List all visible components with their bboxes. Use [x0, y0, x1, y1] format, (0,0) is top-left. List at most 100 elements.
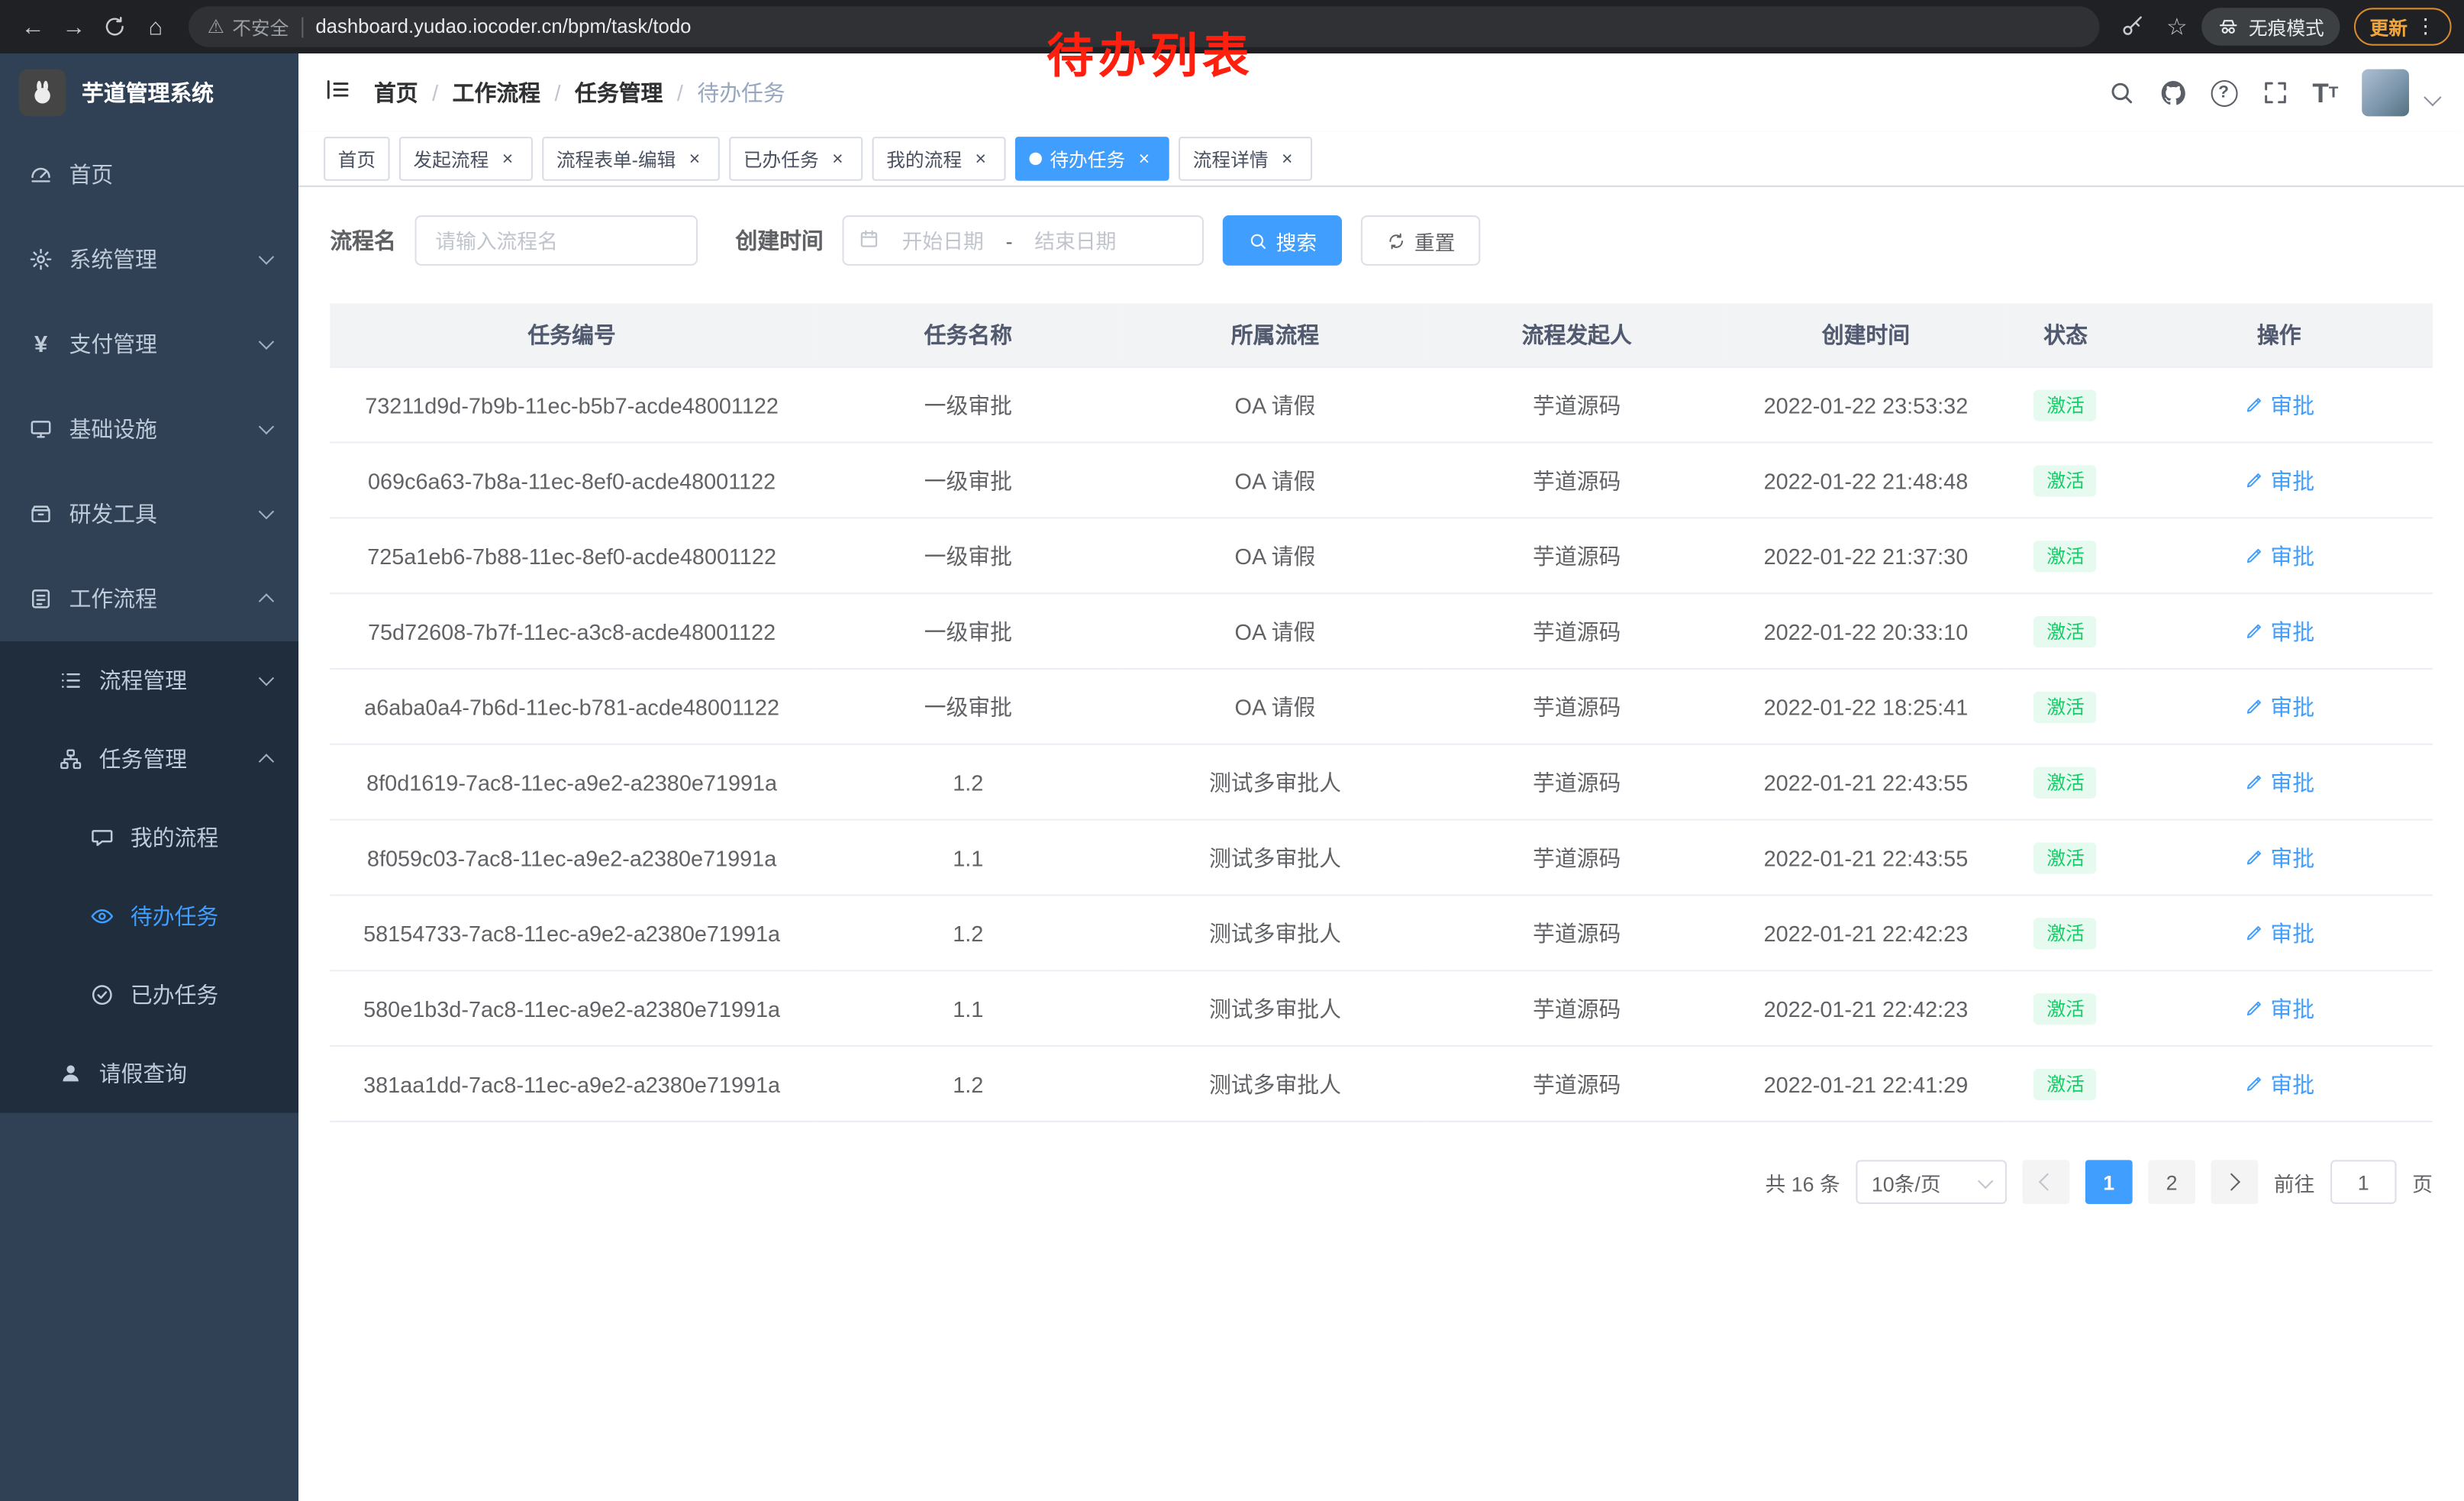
next-page-button[interactable] [2211, 1160, 2259, 1204]
home-icon[interactable]: ⌂ [135, 6, 176, 47]
monitor-icon [27, 417, 55, 442]
tab-start-process[interactable]: 发起流程 × [399, 137, 533, 181]
avatar[interactable] [2362, 69, 2409, 117]
sidebar-item-label: 已办任务 [131, 980, 272, 1011]
sidebar-item-devtools[interactable]: 研发工具 [0, 472, 298, 557]
date-range-picker[interactable]: - [842, 215, 1204, 266]
tab-close-icon[interactable]: × [684, 148, 706, 170]
breadcrumb-item[interactable]: 任务管理 [575, 77, 663, 108]
tab-close-icon[interactable]: × [1276, 148, 1298, 170]
end-date-input[interactable] [1019, 227, 1132, 253]
reload-icon[interactable] [95, 6, 136, 47]
approve-link[interactable]: 审批 [2243, 464, 2314, 495]
bookmark-star-icon[interactable]: ☆ [2166, 12, 2188, 40]
tab-done-tasks[interactable]: 已办任务 × [729, 137, 863, 181]
tab-label: 流程表单-编辑 [556, 145, 676, 172]
sidebar-item-task-mgmt[interactable]: 任务管理 [0, 720, 298, 799]
sidebar-item-label: 请假查询 [99, 1058, 272, 1089]
status-badge: 激活 [2034, 540, 2097, 571]
approve-link[interactable]: 审批 [2243, 1068, 2314, 1099]
tab-close-icon[interactable]: × [969, 148, 992, 170]
tab-close-icon[interactable]: × [827, 148, 849, 170]
search-button[interactable]: 搜索 [1223, 215, 1342, 266]
breadcrumb-item[interactable]: 工作流程 [453, 77, 540, 108]
sidebar-item-infra[interactable]: 基础设施 [0, 386, 298, 471]
browser-menu-icon[interactable]: ⋮ [2415, 15, 2436, 40]
approve-link[interactable]: 审批 [2243, 615, 2314, 647]
sidebar-item-my-process[interactable]: 我的流程 [0, 799, 298, 877]
sidebar-item-done-tasks[interactable]: 已办任务 [0, 956, 298, 1035]
sidebar-item-todo-tasks[interactable]: 待办任务 [0, 877, 298, 956]
page-button-2[interactable]: 2 [2148, 1160, 2195, 1204]
tab-home[interactable]: 首页 [324, 137, 389, 181]
task-id: 8f0d1619-7ac8-11ec-a9e2-a2380e71991a [366, 770, 777, 795]
forward-icon[interactable]: → [53, 6, 95, 47]
approve-label: 审批 [2270, 691, 2314, 722]
table-row: 725a1eb6-7b88-11ec-8ef0-acde48001122 一级审… [330, 518, 2433, 593]
help-icon[interactable]: ? [2211, 79, 2237, 106]
status-badge: 激活 [2034, 389, 2097, 421]
approve-label: 审批 [2270, 917, 2314, 948]
create-time: 2022-01-21 22:42:23 [1764, 996, 1969, 1021]
start-date-input[interactable] [886, 227, 999, 253]
create-time: 2022-01-21 22:43:55 [1764, 770, 1969, 795]
tab-my-process[interactable]: 我的流程 × [872, 137, 1006, 181]
tab-close-icon[interactable]: × [497, 148, 519, 170]
status-badge: 激活 [2034, 767, 2097, 798]
page-button-1[interactable]: 1 [2085, 1160, 2133, 1204]
approve-link[interactable]: 审批 [2243, 691, 2314, 722]
page-size-select[interactable]: 10条/页 [1856, 1160, 2007, 1204]
prev-page-button[interactable] [2022, 1160, 2069, 1204]
tab-close-icon[interactable]: × [1133, 148, 1155, 170]
approve-link[interactable]: 审批 [2243, 917, 2314, 948]
reset-button[interactable]: 重置 [1361, 215, 1480, 266]
incognito-badge: 无痕模式 [2201, 8, 2340, 45]
github-icon[interactable] [2159, 79, 2187, 107]
sidebar-fold-icon[interactable] [324, 75, 352, 111]
tab-todo-tasks[interactable]: 待办任务 × [1015, 137, 1169, 181]
breadcrumb-separator: / [554, 80, 560, 105]
tab-form-edit[interactable]: 流程表单-编辑 × [542, 137, 720, 181]
process-name: OA 请假 [1235, 467, 1316, 492]
approve-link[interactable]: 审批 [2243, 540, 2314, 571]
approve-link[interactable]: 审批 [2243, 767, 2314, 798]
create-time: 2022-01-22 23:53:32 [1764, 392, 1969, 418]
approve-link[interactable]: 审批 [2243, 993, 2314, 1024]
process-name: OA 请假 [1235, 392, 1316, 418]
process-name: 测试多审批人 [1209, 770, 1341, 795]
back-icon[interactable]: ← [12, 6, 53, 47]
create-time: 2022-01-21 22:41:29 [1764, 1071, 1969, 1096]
sidebar-item-payment[interactable]: ¥ 支付管理 [0, 302, 298, 386]
address-bar[interactable]: ⚠ 不安全 dashboard.yudao.iocoder.cn/bpm/tas… [189, 6, 2098, 47]
process-name-input[interactable] [414, 215, 698, 266]
sidebar-item-home[interactable]: 首页 [0, 132, 298, 217]
security-status[interactable]: ⚠ 不安全 [208, 13, 289, 40]
approve-link[interactable]: 审批 [2243, 841, 2314, 873]
status-badge: 激活 [2034, 464, 2097, 495]
update-button[interactable]: 更新 ⋮ [2354, 8, 2452, 45]
sidebar-item-workflow[interactable]: 工作流程 [0, 557, 298, 641]
sidebar-item-process-mgmt[interactable]: 流程管理 [0, 641, 298, 720]
workflow-submenu: 流程管理 任务管理 我的流程 待办任务 已办 [0, 641, 298, 1113]
fullscreen-icon[interactable] [2260, 79, 2288, 107]
breadcrumb-item[interactable]: 首页 [374, 77, 418, 108]
passwords-key-icon[interactable] [2111, 6, 2153, 47]
active-tab-dot [1030, 153, 1042, 165]
approve-link[interactable]: 审批 [2243, 389, 2314, 421]
status-badge: 激活 [2034, 841, 2097, 873]
font-size-icon[interactable]: T T [2312, 79, 2338, 106]
sidebar-item-system[interactable]: 系统管理 [0, 217, 298, 302]
col-actions: 操作 [2126, 303, 2433, 366]
task-id: 725a1eb6-7b88-11ec-8ef0-acde48001122 [367, 543, 776, 568]
tab-process-detail[interactable]: 流程详情 × [1179, 137, 1312, 181]
create-time: 2022-01-22 21:48:48 [1764, 467, 1969, 492]
task-table: 任务编号 任务名称 所属流程 流程发起人 创建时间 状态 操作 73211d9d… [330, 303, 2433, 1122]
goto-page-input[interactable] [2330, 1160, 2396, 1204]
approve-label: 审批 [2270, 1068, 2314, 1099]
search-icon[interactable] [2107, 79, 2135, 107]
avatar-caret-icon[interactable] [2424, 89, 2441, 106]
app-logo[interactable]: 芋道管理系统 [0, 53, 298, 132]
initiator: 芋道源码 [1533, 618, 1621, 644]
sidebar-item-leave-query[interactable]: 请假查询 [0, 1035, 298, 1113]
table-row: 381aa1dd-7ac8-11ec-a9e2-a2380e71991a 1.2… [330, 1046, 2433, 1122]
